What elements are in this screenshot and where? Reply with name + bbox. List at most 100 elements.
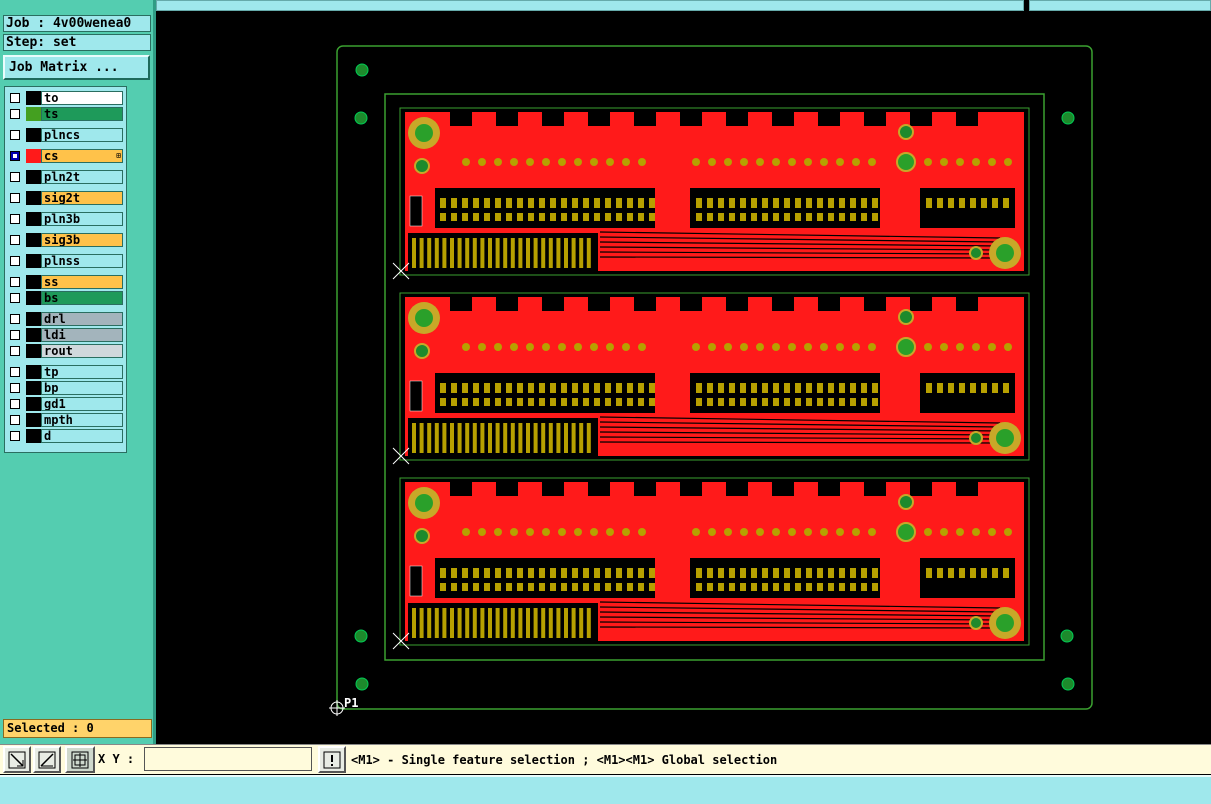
smd-pad: [528, 383, 534, 393]
layer-checkbox-rout[interactable]: [10, 346, 20, 356]
board-notch: [634, 297, 656, 311]
layer-row-bs[interactable]: bs: [7, 291, 124, 305]
smd-pad: [707, 583, 713, 591]
xy-input[interactable]: [144, 747, 312, 771]
layer-checkbox-pln3b[interactable]: [10, 214, 20, 224]
connector-pin: [472, 238, 477, 268]
smd-pad: [828, 198, 834, 208]
layer-name-plncs[interactable]: plncs: [41, 128, 123, 142]
layer-name-ts[interactable]: ts: [41, 107, 123, 121]
layer-row-sig3b[interactable]: sig3b: [7, 233, 124, 247]
layer-row-d[interactable]: d: [7, 429, 124, 443]
job-matrix-button[interactable]: Job Matrix ...: [3, 55, 150, 80]
layer-name-rout[interactable]: rout: [41, 344, 123, 358]
smd-pad: [506, 568, 512, 578]
connector-pin: [526, 608, 530, 638]
board-notch: [910, 112, 932, 126]
layer-row-mpth[interactable]: mpth: [7, 413, 124, 427]
layer-name-sig2t[interactable]: sig2t: [41, 191, 123, 205]
layer-name-gd1[interactable]: gd1: [41, 397, 123, 411]
layer-name-ldi[interactable]: ldi: [41, 328, 123, 342]
layer-checkbox-drl[interactable]: [10, 314, 20, 324]
board-notch: [450, 482, 472, 496]
layer-name-mpth[interactable]: mpth: [41, 413, 123, 427]
layer-checkbox-plnss[interactable]: [10, 256, 20, 266]
layer-checkbox-sig2t[interactable]: [10, 193, 20, 203]
layer-name-bs[interactable]: bs: [41, 291, 123, 305]
layer-name-to[interactable]: to: [41, 91, 123, 105]
smd-pad: [828, 568, 834, 578]
layer-checkbox-tp[interactable]: [10, 367, 20, 377]
layer-row-ldi[interactable]: ldi: [7, 328, 124, 342]
graphic-editor-canvas[interactable]: P1: [156, 11, 1211, 744]
pcb-panel-view[interactable]: P1: [156, 11, 1211, 744]
layer-checkbox-ss[interactable]: [10, 277, 20, 287]
layer-row-cs[interactable]: cs ⊞: [7, 149, 124, 163]
pad: [820, 158, 828, 166]
via: [414, 528, 430, 544]
layer-row-pln3b[interactable]: pln3b: [7, 212, 124, 226]
pad: [804, 343, 812, 351]
connector-pin: [586, 608, 591, 638]
layer-checkbox-cs[interactable]: [10, 151, 20, 161]
layer-checkbox-gd1[interactable]: [10, 399, 20, 409]
layer-checkbox-to[interactable]: [10, 93, 20, 103]
connector-pin: [434, 608, 439, 638]
layer-checkbox-pln2t[interactable]: [10, 172, 20, 182]
layer-row-plncs[interactable]: plncs: [7, 128, 124, 142]
smd-pad: [839, 198, 845, 208]
smd-pad: [861, 398, 867, 406]
smd-pad: [850, 568, 856, 578]
connector-pin: [457, 423, 462, 453]
layer-row-pln2t[interactable]: pln2t: [7, 170, 124, 184]
measure-button[interactable]: [33, 746, 61, 773]
smd-pad: [762, 198, 768, 208]
layer-row-to[interactable]: to: [7, 91, 124, 105]
connector-pin: [419, 423, 424, 453]
pad: [526, 528, 534, 536]
layer-color-swatch: [26, 381, 41, 395]
pad: [972, 528, 980, 536]
snap-grid-button[interactable]: [65, 746, 95, 773]
layer-checkbox-bs[interactable]: [10, 293, 20, 303]
layer-checkbox-ts[interactable]: [10, 109, 20, 119]
layer-row-tp[interactable]: tp: [7, 365, 124, 379]
layer-name-cs[interactable]: cs: [41, 149, 123, 163]
layer-row-gd1[interactable]: gd1: [7, 397, 124, 411]
connector-pin: [465, 238, 470, 268]
layer-row-ts[interactable]: ts: [7, 107, 124, 121]
layer-row-ss[interactable]: ss: [7, 275, 124, 289]
connector-pin: [533, 238, 538, 268]
layer-name-sig3b[interactable]: sig3b: [41, 233, 123, 247]
zoom-fit-button[interactable]: [3, 746, 31, 773]
layer-checkbox-mpth[interactable]: [10, 415, 20, 425]
component-area: [920, 188, 1015, 228]
layer-name-plnss[interactable]: plnss: [41, 254, 123, 268]
layer-name-tp[interactable]: tp: [41, 365, 123, 379]
pad: [574, 528, 582, 536]
connector-pin: [442, 238, 447, 268]
layer-row-plnss[interactable]: plnss: [7, 254, 124, 268]
layer-row-bp[interactable]: bp: [7, 381, 124, 395]
layer-name-pln3b[interactable]: pln3b: [41, 212, 123, 226]
zoom-fit-icon: [8, 751, 26, 768]
layer-name-ss[interactable]: ss: [41, 275, 123, 289]
layer-checkbox-plncs[interactable]: [10, 130, 20, 140]
layer-name-d[interactable]: d: [41, 429, 123, 443]
via: [969, 246, 983, 260]
layer-name-drl[interactable]: drl: [41, 312, 123, 326]
smd-pad: [751, 568, 757, 578]
layer-row-drl[interactable]: drl: [7, 312, 124, 326]
step-name: set: [52, 35, 77, 50]
mounting-hole: [996, 614, 1014, 632]
layer-checkbox-sig3b[interactable]: [10, 235, 20, 245]
layer-checkbox-bp[interactable]: [10, 383, 20, 393]
layer-row-rout[interactable]: rout: [7, 344, 124, 358]
pad: [804, 158, 812, 166]
alert-button[interactable]: [318, 746, 346, 773]
layer-checkbox-ldi[interactable]: [10, 330, 20, 340]
layer-checkbox-d[interactable]: [10, 431, 20, 441]
layer-name-pln2t[interactable]: pln2t: [41, 170, 123, 184]
layer-row-sig2t[interactable]: sig2t: [7, 191, 124, 205]
layer-name-bp[interactable]: bp: [41, 381, 123, 395]
